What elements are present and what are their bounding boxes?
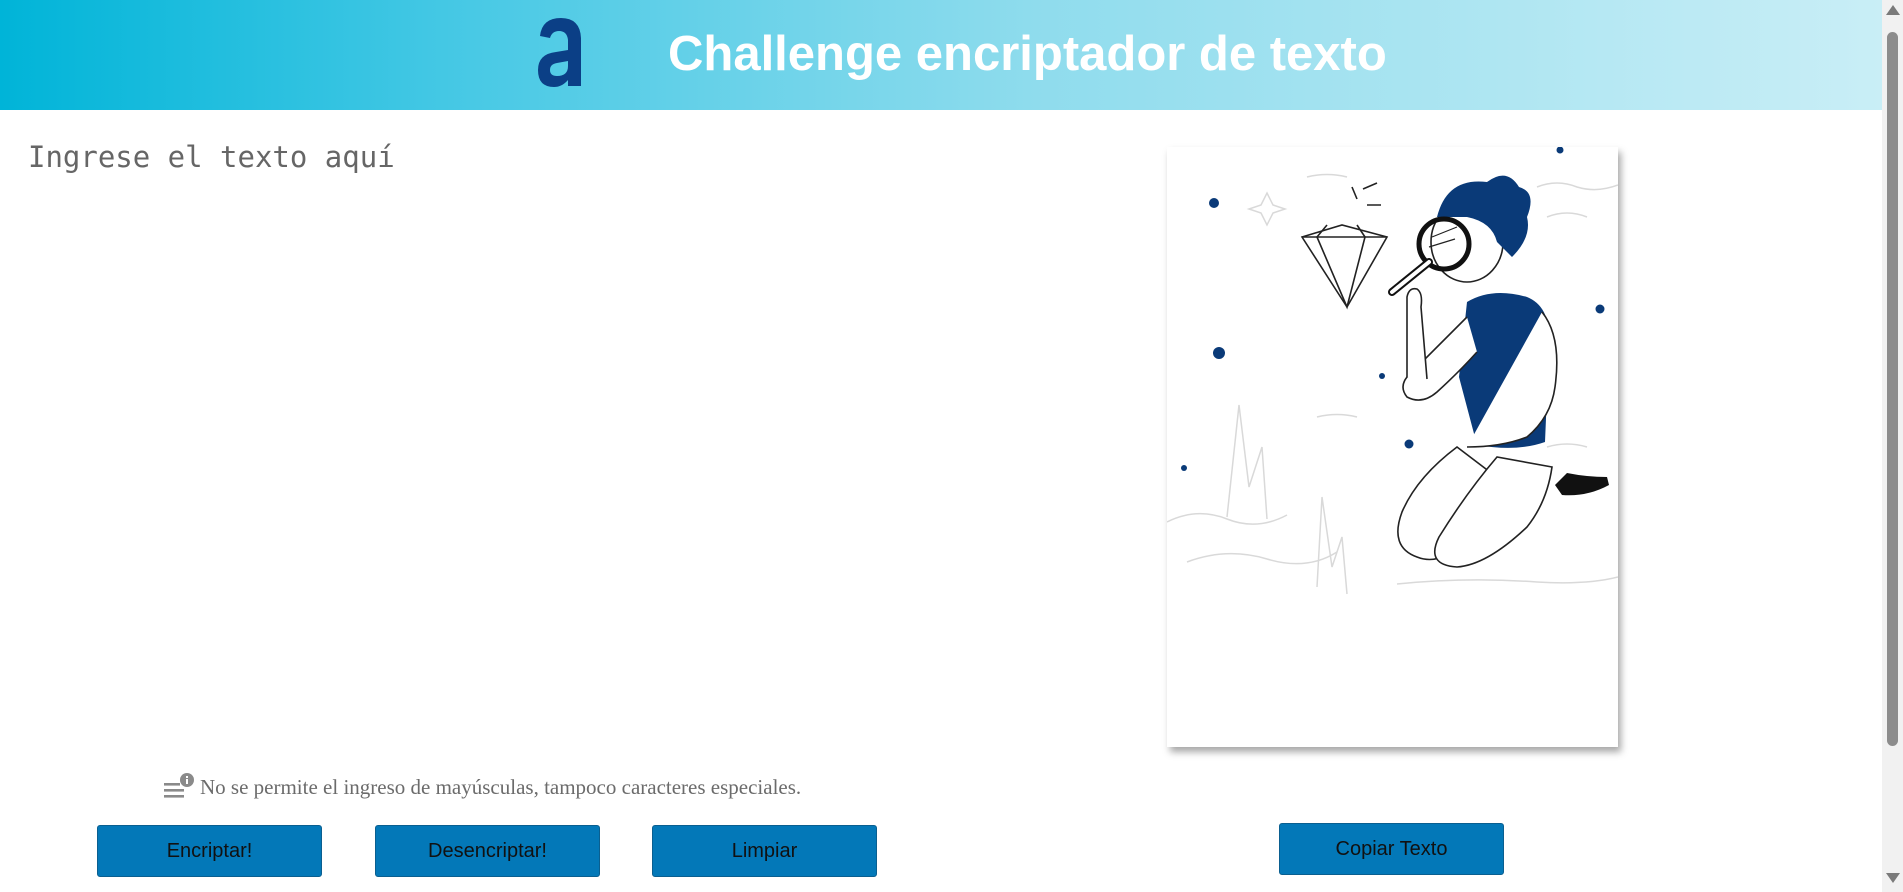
page-title: Challenge encriptador de texto [668, 27, 1387, 81]
scrollbar[interactable] [1882, 0, 1903, 892]
text-input[interactable] [28, 140, 1028, 740]
decrypt-button[interactable]: Desencriptar! [375, 825, 600, 877]
output-panel [1166, 146, 1619, 747]
header: Challenge encriptador de texto [0, 0, 1882, 110]
info-list-icon [164, 773, 194, 798]
alura-logo-icon [538, 18, 581, 87]
scroll-thumb[interactable] [1887, 32, 1898, 746]
scroll-up-arrow-icon[interactable] [1886, 5, 1900, 15]
scroll-down-arrow-icon[interactable] [1886, 873, 1900, 883]
encrypt-button[interactable]: Encriptar! [97, 825, 322, 877]
hint-text: No se permite el ingreso de mayúsculas, … [200, 774, 802, 799]
person-magnifying-glass-illustration [1166, 146, 1619, 595]
clear-button[interactable]: Limpiar [652, 825, 877, 877]
input-hint: No se permite el ingreso de mayúsculas, … [162, 770, 801, 804]
copy-text-button[interactable]: Copiar Texto [1279, 823, 1504, 875]
